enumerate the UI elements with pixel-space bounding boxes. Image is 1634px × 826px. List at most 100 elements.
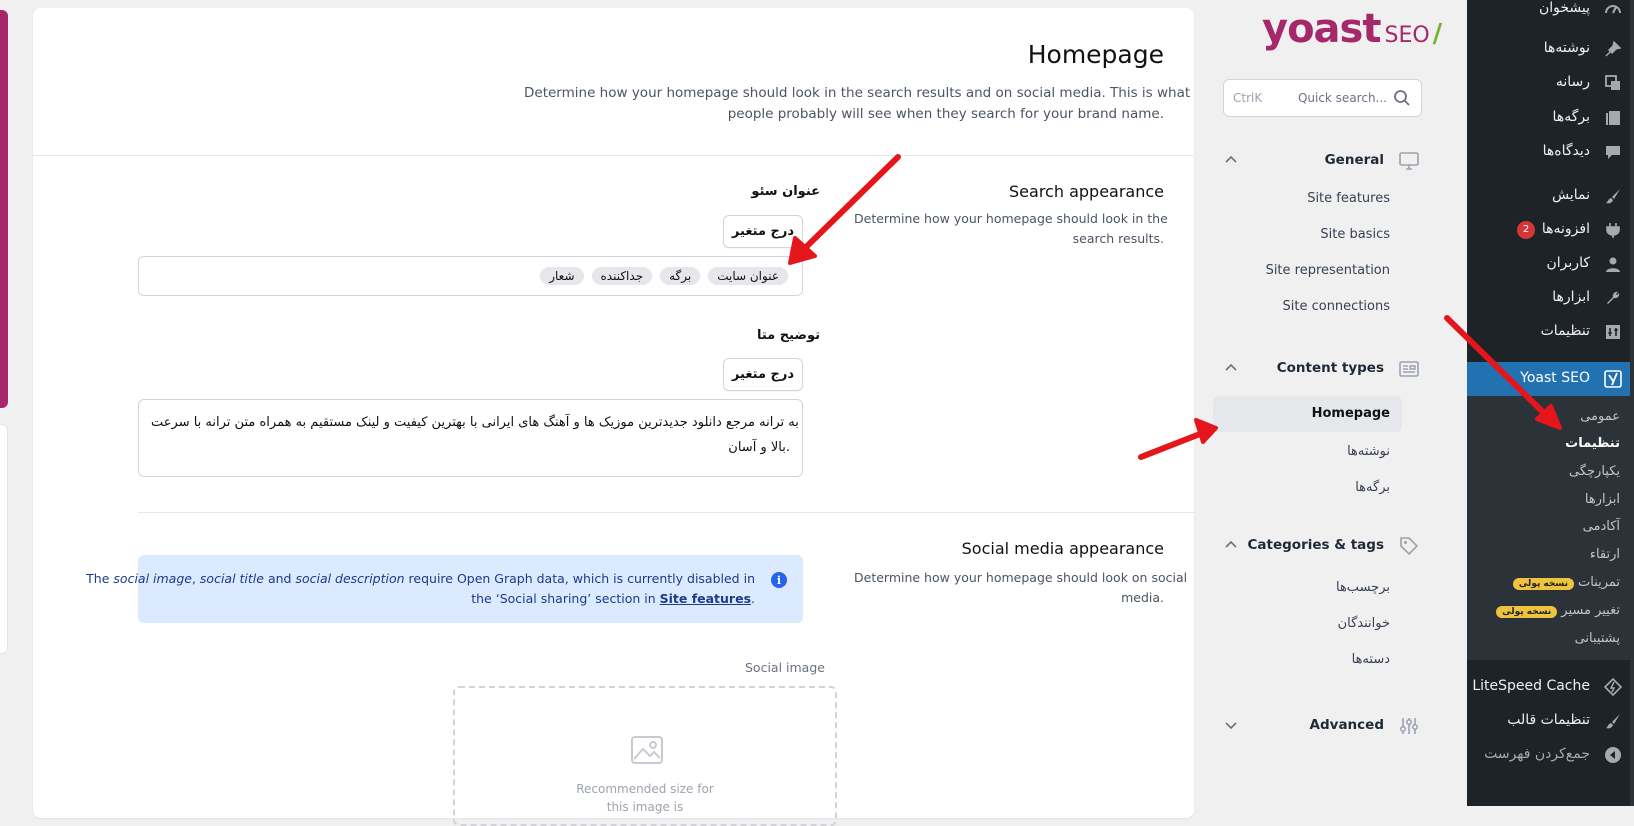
yoast-icon [1604, 370, 1622, 388]
seo-title-input[interactable]: عنوان سایت برگه جداکننده شعار [138, 256, 803, 296]
yoast-settings-nav: yoast SEO / CtrlK Quick search... General … [1200, 0, 1442, 806]
quick-search-input[interactable]: CtrlK Quick search... [1223, 79, 1422, 117]
variable-tag[interactable]: شعار [540, 267, 584, 285]
menu-comments[interactable]: دیدگاه‌ها [1467, 135, 1634, 169]
menu-appearance[interactable]: نمایش [1467, 179, 1634, 213]
current-indicator [1459, 371, 1467, 387]
nav-group-categories-tags[interactable]: Categories & tags [1214, 534, 1424, 560]
variable-tag[interactable]: برگه [660, 267, 701, 285]
social-image-dropzone[interactable]: Recommended size for this image is [453, 686, 837, 826]
nav-item-site-representation[interactable]: Site representation [1213, 253, 1402, 289]
submenu-support[interactable]: پشتیبانی [1575, 631, 1620, 646]
wrench-icon [1607, 291, 1620, 304]
nav-item-singers[interactable]: خوانندگان [1213, 606, 1402, 642]
menu-label: Yoast SEO [1520, 370, 1590, 386]
submenu-label: تمرینات [1577, 575, 1620, 590]
newspaper-icon [1399, 361, 1419, 377]
tag-icon [1400, 537, 1419, 556]
settings-icon [1606, 325, 1620, 339]
menu-tools[interactable]: ابزارها [1467, 281, 1634, 315]
menu-settings[interactable]: تنظیمات [1467, 315, 1634, 349]
menu-yoast-seo[interactable]: Yoast SEO [1459, 362, 1634, 396]
nav-group-label: Categories & tags [1247, 537, 1384, 553]
logo-text: / [1432, 19, 1443, 49]
menu-litespeed-cache[interactable]: LiteSpeed Cache [1467, 670, 1634, 704]
page-description-line: people probably will see when they searc… [727, 106, 1164, 122]
comment-icon [1606, 146, 1620, 159]
menu-label: دیدگاه‌ها [1542, 143, 1590, 159]
yoast-seo-logo: yoast SEO / [1262, 6, 1442, 52]
search-appearance-title: Search appearance [1009, 182, 1164, 201]
submenu-settings[interactable]: تنظیمات [1565, 436, 1620, 451]
description-line: Determine how your homepage should look … [854, 211, 1168, 226]
menu-dashboard[interactable]: پیشخوان [1467, 0, 1634, 26]
menu-plugins[interactable]: افزونه‌ها 2 [1467, 213, 1634, 247]
brush-icon [1606, 714, 1620, 729]
menu-users[interactable]: کاربران [1467, 247, 1634, 281]
insert-variable-button[interactable]: درج متغیر [723, 358, 803, 391]
menu-collapse[interactable]: جمع‌کردن فهرست [1467, 738, 1634, 772]
menu-label-text: افزونه‌ها [1541, 221, 1590, 237]
menu-media[interactable]: رسانه [1467, 66, 1634, 100]
media-icon [1605, 75, 1620, 90]
plugin-icon [1606, 223, 1620, 238]
site-features-link[interactable]: Site features [660, 591, 751, 606]
alert-fragment: The [86, 571, 114, 586]
submenu-redirects[interactable]: تغییر مسیرنسخه پولی [1496, 603, 1620, 618]
section-divider [138, 512, 1196, 513]
monitor-icon [1399, 152, 1419, 170]
nav-item-categories[interactable]: دسته‌ها [1213, 642, 1402, 678]
nav-item-pages[interactable]: برگه‌ها [1213, 470, 1402, 506]
social-appearance-description: Determine how your homepage should look … [854, 568, 1187, 608]
nav-group-advanced[interactable]: Advanced [1214, 714, 1424, 740]
meta-description-input[interactable]: به ترانه مرجع دانلود جدیدترین موزیک ها و… [138, 399, 803, 477]
info-icon: i [771, 572, 787, 588]
nav-item-homepage[interactable]: Homepage [1213, 396, 1402, 432]
menu-pages[interactable]: برگه‌ها [1467, 101, 1634, 135]
submenu-workouts[interactable]: تمریناتنسخه پولی [1512, 575, 1620, 590]
nav-group-content-types[interactable]: Content types [1214, 357, 1424, 383]
menu-label: نمایش [1551, 187, 1590, 203]
nav-item-posts[interactable]: نوشته‌ها [1213, 434, 1402, 470]
nav-item-site-basics[interactable]: Site basics [1213, 217, 1402, 253]
insert-variable-button[interactable]: درج متغیر [723, 215, 803, 248]
nav-group-general[interactable]: General [1214, 149, 1424, 175]
chevron-up-icon [1225, 540, 1237, 548]
premium-pill: نسخه پولی [1496, 606, 1558, 618]
menu-label: کاربران [1546, 255, 1590, 271]
wp-admin-menu: پیشخوان نوشته‌ها رسانه برگه‌ها دیدگاه‌ها… [1459, 0, 1634, 806]
litespeed-icon [1604, 678, 1622, 696]
left-side-panel [0, 424, 8, 654]
chevron-down-icon [1225, 722, 1237, 730]
dashboard-icon [1605, 5, 1621, 14]
nav-item-site-connections[interactable]: Site connections [1213, 289, 1402, 325]
menu-label: جمع‌کردن فهرست [1484, 746, 1590, 762]
page-title: Homepage [1027, 40, 1164, 69]
alert-emphasis: social title [199, 571, 264, 586]
menu-posts[interactable]: نوشته‌ها [1467, 32, 1634, 66]
variable-tag[interactable]: جداکننده [591, 267, 653, 285]
alert-fragment: require Open Graph data, which is curren… [404, 571, 755, 586]
chevron-up-icon [1225, 363, 1237, 371]
menu-label: LiteSpeed Cache [1472, 678, 1590, 694]
variable-tag[interactable]: عنوان سایت [708, 267, 788, 285]
submenu-integrations[interactable]: یکپارچگی [1569, 464, 1620, 479]
open-graph-alert: i The social image, social title and soc… [86, 555, 803, 623]
search-appearance-description: Determine how your homepage should look … [854, 209, 1168, 249]
nav-group-label: Content types [1276, 360, 1384, 376]
scrollbar[interactable] [1630, 0, 1634, 806]
social-appearance-title: Social media appearance [961, 539, 1164, 558]
submenu-academy[interactable]: آکادمی [1583, 519, 1620, 534]
nav-item-tags[interactable]: برچسب‌ها [1213, 570, 1402, 606]
left-accent-strip [0, 10, 8, 408]
submenu-general[interactable]: عمومی [1580, 409, 1620, 424]
nav-item-site-features[interactable]: Site features [1213, 181, 1402, 217]
logo-text: SEO [1384, 23, 1430, 48]
submenu-tools[interactable]: ابزارها [1585, 492, 1620, 507]
description-line: search results. [1072, 231, 1164, 246]
image-placeholder-icon [631, 736, 663, 764]
menu-theme-settings[interactable]: تنظیمات قالب [1467, 704, 1634, 738]
search-shortcut: CtrlK [1233, 91, 1263, 105]
submenu-upgrade[interactable]: ارتقاء [1590, 547, 1620, 562]
alert-emphasis: social description [295, 571, 405, 586]
